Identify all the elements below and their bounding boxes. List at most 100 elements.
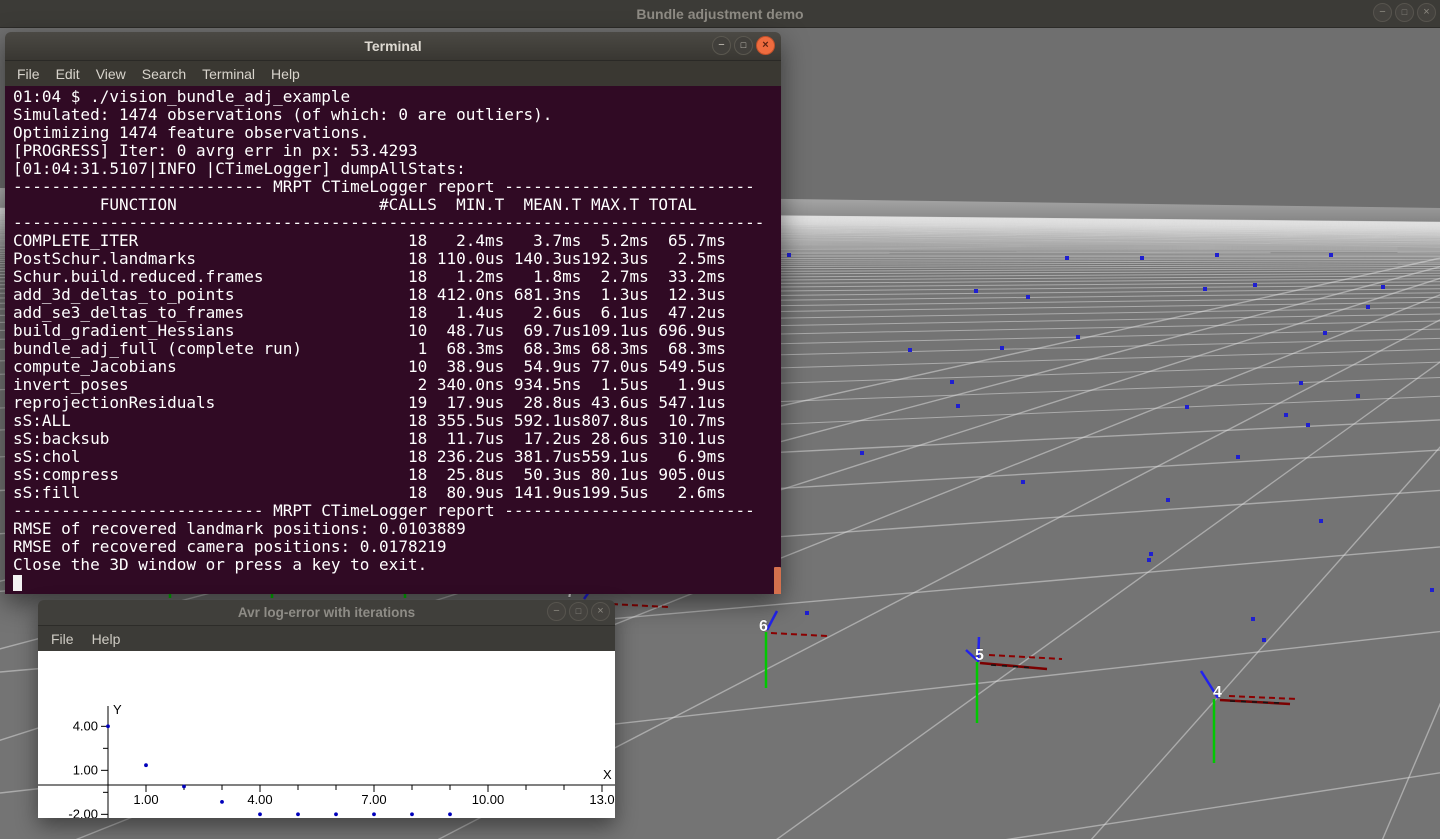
landmark-point — [1356, 394, 1360, 398]
landmark-point — [1065, 256, 1069, 260]
menu-item-file[interactable]: File — [42, 628, 83, 650]
data-point — [258, 812, 262, 816]
plot-minimize-button[interactable]: − — [547, 602, 566, 621]
terminal-title: Terminal — [364, 38, 421, 54]
menu-item-help[interactable]: Help — [83, 628, 130, 650]
x-tick-label: 13.0 — [589, 792, 614, 807]
landmark-point — [1251, 617, 1255, 621]
data-point — [410, 812, 414, 816]
maximize-icon: □ — [1402, 8, 1407, 17]
minimize-icon: − — [718, 40, 724, 51]
close-icon: × — [762, 40, 768, 51]
landmark-point — [1215, 253, 1219, 257]
close-icon: × — [1423, 7, 1429, 18]
landmark-point — [908, 348, 912, 352]
x-axis-label: X — [603, 767, 612, 782]
plot-window-title: Avr log-error with iterations — [238, 605, 415, 620]
plot-canvas[interactable]: 1.004.007.0010.0013.04.001.00-2.00-5.00Y… — [38, 651, 615, 818]
x-tick-label: 1.00 — [133, 792, 158, 807]
y-tick-label: 4.00 — [73, 718, 98, 733]
landmark-point — [1147, 558, 1151, 562]
data-point — [106, 724, 110, 728]
plot-axes — [38, 706, 615, 818]
plot-tick-labels: 1.004.007.0010.0013.04.001.00-2.00-5.00Y… — [68, 702, 614, 818]
landmark-point — [1236, 455, 1240, 459]
plot-window: Avr log-error with iterations − □ × File… — [38, 600, 615, 817]
landmark-point — [974, 289, 978, 293]
terminal-maximize-button[interactable]: □ — [734, 36, 753, 55]
plot-menubar: FileHelp — [38, 626, 615, 651]
main-minimize-button[interactable]: − — [1373, 3, 1392, 22]
landmark-point — [1306, 423, 1310, 427]
camera-label: 4 — [1213, 684, 1222, 701]
x-tick-label: 7.00 — [361, 792, 386, 807]
landmark-point — [956, 404, 960, 408]
plot-titlebar[interactable]: Avr log-error with iterations − □ × — [38, 600, 615, 626]
menu-item-search[interactable]: Search — [134, 63, 194, 85]
data-point — [182, 785, 186, 789]
landmark-point — [860, 451, 864, 455]
camera-label: 5 — [975, 647, 984, 664]
landmark-point — [1430, 588, 1434, 592]
landmark-point — [1140, 256, 1144, 260]
landmark-point — [1284, 413, 1288, 417]
terminal-menubar: FileEditViewSearchTerminalHelp — [5, 61, 781, 86]
landmark-point — [1203, 287, 1207, 291]
data-point — [334, 812, 338, 816]
minimize-icon: − — [553, 606, 559, 617]
menu-item-terminal[interactable]: Terminal — [194, 63, 263, 85]
landmark-point — [950, 380, 954, 384]
data-point — [144, 763, 148, 767]
landmark-point — [1026, 295, 1030, 299]
main-maximize-button[interactable]: □ — [1395, 3, 1414, 22]
landmark-point — [1381, 285, 1385, 289]
main-close-button[interactable]: × — [1417, 3, 1436, 22]
landmark-point — [1319, 519, 1323, 523]
landmark-point — [805, 611, 809, 615]
terminal-minimize-button[interactable]: − — [712, 36, 731, 55]
main-window-titlebar: Bundle adjustment demo − □ × — [0, 0, 1440, 28]
landmark-point — [1299, 381, 1303, 385]
landmark-point — [1076, 335, 1080, 339]
menu-item-file[interactable]: File — [9, 63, 48, 85]
terminal-titlebar[interactable]: Terminal − □ × — [5, 32, 781, 61]
menu-item-edit[interactable]: Edit — [48, 63, 88, 85]
landmark-point — [1366, 305, 1370, 309]
close-icon: × — [597, 606, 603, 617]
y-tick-label: 1.00 — [73, 762, 98, 777]
terminal-cursor — [13, 575, 22, 591]
x-tick-label: 10.00 — [472, 792, 505, 807]
maximize-icon: □ — [741, 41, 746, 50]
landmark-point — [1149, 552, 1153, 556]
y-tick-label: -2.00 — [68, 806, 98, 818]
landmark-point — [1329, 253, 1333, 257]
data-point — [448, 812, 452, 816]
landmark-point — [1262, 638, 1266, 642]
data-point — [296, 812, 300, 816]
maximize-icon: □ — [576, 607, 581, 616]
plot-close-button[interactable]: × — [591, 602, 610, 621]
terminal-output: 01:04 $ ./vision_bundle_adj_example Simu… — [5, 86, 781, 574]
terminal-window: Terminal − □ × FileEditViewSearchTermina… — [5, 32, 781, 593]
data-point — [220, 800, 224, 804]
x-tick-label: 4.00 — [247, 792, 272, 807]
terminal-scrollbar-thumb[interactable] — [774, 567, 781, 594]
landmark-point — [1185, 405, 1189, 409]
terminal-close-button[interactable]: × — [756, 36, 775, 55]
plot-maximize-button[interactable]: □ — [569, 602, 588, 621]
landmark-point — [1253, 283, 1257, 287]
landmark-point — [787, 253, 791, 257]
data-point — [372, 812, 376, 816]
landmark-point — [1323, 331, 1327, 335]
landmark-point — [1000, 346, 1004, 350]
menu-item-help[interactable]: Help — [263, 63, 308, 85]
minimize-icon: − — [1379, 7, 1385, 18]
y-axis-label: Y — [113, 702, 122, 717]
main-window-title: Bundle adjustment demo — [636, 6, 803, 22]
landmark-point — [1021, 480, 1025, 484]
menu-item-view[interactable]: View — [88, 63, 134, 85]
desktop: 7654 Bundle adjustment demo − □ × Termin… — [0, 0, 1440, 839]
landmark-point — [1166, 498, 1170, 502]
camera-label: 6 — [759, 618, 768, 635]
terminal-screen[interactable]: 01:04 $ ./vision_bundle_adj_example Simu… — [5, 86, 781, 594]
